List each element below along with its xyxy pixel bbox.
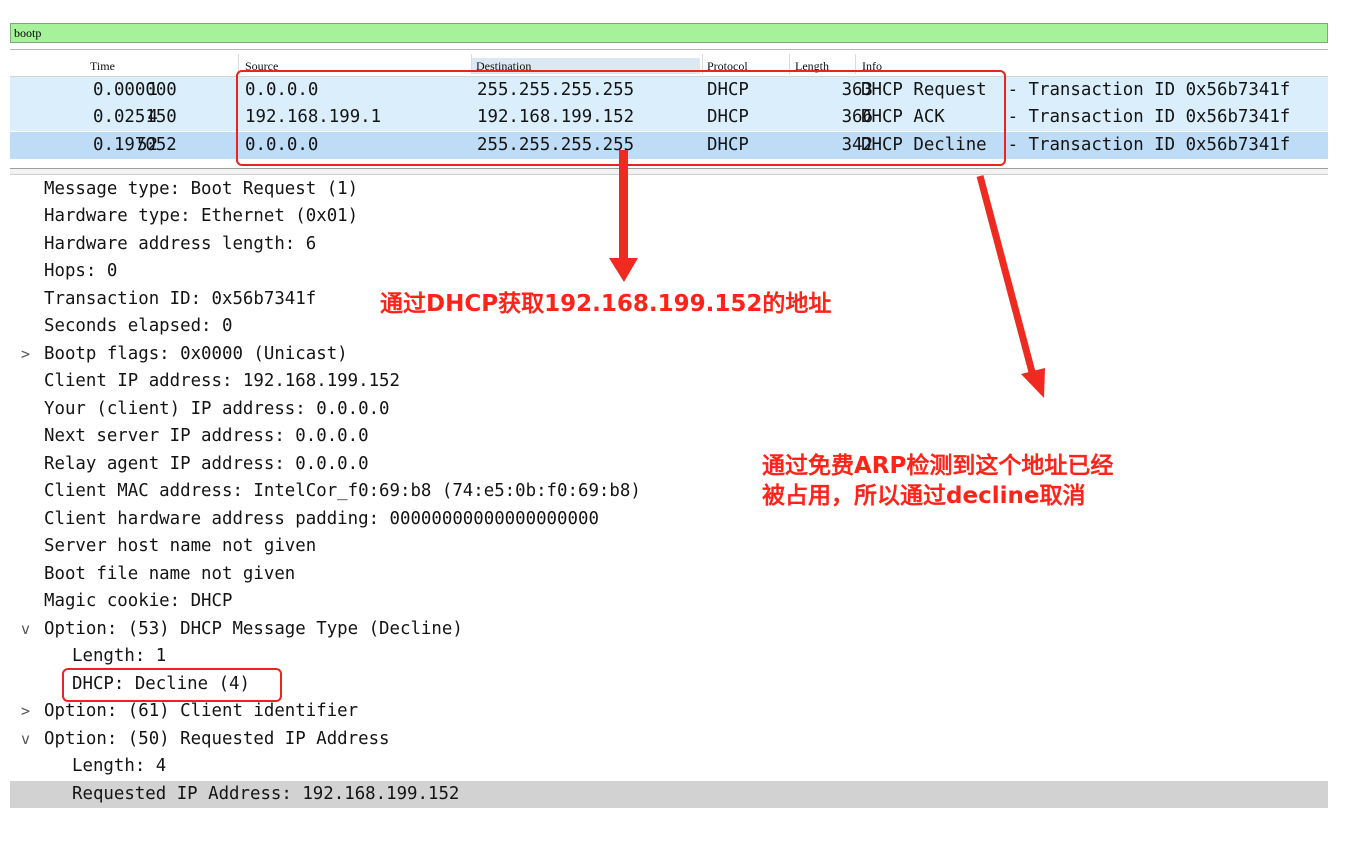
detail-text: Client MAC address: IntelCor_f0:69:b8 (7… — [44, 481, 641, 501]
detail-text: Requested IP Address: 192.168.199.152 — [72, 784, 460, 804]
annotation-arp-line2: 被占用，所以通过decline取消 — [762, 483, 1086, 509]
display-filter-input[interactable] — [14, 25, 1314, 41]
highlight-box-decline — [62, 668, 282, 702]
detail-text: Option: (50) Requested IP Address — [44, 729, 390, 749]
packet-details-tree: Message type: Boot Request (1) Hardware … — [10, 176, 1328, 816]
detail-text: Option: (61) Client identifier — [44, 701, 359, 721]
detail-text: Client IP address: 192.168.199.152 — [44, 371, 400, 391]
column-header-time[interactable]: Time — [90, 58, 115, 74]
detail-item[interactable]: Message type: Boot Request (1) — [10, 176, 1328, 203]
detail-item[interactable]: Hardware address length: 6 — [10, 231, 1328, 258]
detail-text: Client hardware address padding: 0000000… — [44, 509, 599, 529]
chevron-down-icon[interactable]: v — [21, 726, 35, 753]
annotation-dhcp-address: 通过DHCP获取192.168.199.152的地址 — [380, 291, 832, 317]
detail-item[interactable]: Client IP address: 192.168.199.152 — [10, 368, 1328, 395]
detail-text: Message type: Boot Request (1) — [44, 179, 359, 199]
detail-item[interactable]: Length: 4 — [10, 753, 1328, 780]
detail-item[interactable]: Hops: 0 — [10, 258, 1328, 285]
detail-item[interactable]: Magic cookie: DHCP — [10, 588, 1328, 615]
chevron-right-icon[interactable]: > — [21, 341, 35, 368]
detail-text: Bootp flags: 0x0000 (Unicast) — [44, 344, 348, 364]
detail-item[interactable]: Hardware type: Ethernet (0x01) — [10, 203, 1328, 230]
detail-text: Relay agent IP address: 0.0.0.0 — [44, 454, 369, 474]
detail-text: Your (client) IP address: 0.0.0.0 — [44, 399, 390, 419]
detail-text: Length: 4 — [72, 756, 167, 776]
detail-text: Hardware type: Ethernet (0x01) — [44, 206, 359, 226]
detail-text: Next server IP address: 0.0.0.0 — [44, 426, 369, 446]
detail-text: Option: (53) DHCP Message Type (Decline) — [44, 619, 463, 639]
detail-item-expanded[interactable]: v Option: (53) DHCP Message Type (Decline… — [10, 616, 1328, 643]
detail-text: Boot file name not given — [44, 564, 296, 584]
detail-item-expandable[interactable]: > Bootp flags: 0x0000 (Unicast) — [10, 341, 1328, 368]
detail-item[interactable]: Client MAC address: IntelCor_f0:69:b8 (7… — [10, 478, 1328, 505]
detail-item-expanded[interactable]: v Option: (50) Requested IP Address — [10, 726, 1328, 753]
detail-item[interactable]: Boot file name not given — [10, 561, 1328, 588]
packet-time: 0.197052 — [93, 135, 177, 155]
annotation-arp-line1: 通过免费ARP检测到这个地址已经 — [762, 453, 1114, 479]
detail-item[interactable]: Relay agent IP address: 0.0.0.0 — [10, 451, 1328, 478]
detail-text: Length: 1 — [72, 646, 167, 666]
detail-item[interactable]: Length: 1 — [10, 643, 1328, 670]
detail-item[interactable]: Your (client) IP address: 0.0.0.0 — [10, 396, 1328, 423]
packet-time: 0.000000 — [93, 80, 177, 100]
detail-text: Transaction ID: 0x56b7341f — [44, 289, 317, 309]
detail-item-selected[interactable]: Requested IP Address: 192.168.199.152 — [10, 781, 1328, 808]
detail-text: Seconds elapsed: 0 — [44, 316, 233, 336]
detail-item[interactable]: Next server IP address: 0.0.0.0 — [10, 423, 1328, 450]
detail-text: Hardware address length: 6 — [44, 234, 317, 254]
detail-text: Server host name not given — [44, 536, 317, 556]
detail-text: Magic cookie: DHCP — [44, 591, 233, 611]
chevron-down-icon[interactable]: v — [21, 616, 35, 643]
pane-splitter[interactable] — [10, 168, 1328, 175]
chevron-right-icon[interactable]: > — [21, 698, 35, 725]
detail-item[interactable]: Server host name not given — [10, 533, 1328, 560]
detail-item[interactable]: Client hardware address padding: 0000000… — [10, 506, 1328, 533]
detail-text: Hops: 0 — [44, 261, 118, 281]
highlight-box-packet-fields — [236, 70, 1006, 166]
packet-time: 0.025150 — [93, 107, 177, 127]
display-filter-bar[interactable] — [10, 23, 1328, 43]
detail-item-expandable[interactable]: > Option: (61) Client identifier — [10, 698, 1328, 725]
